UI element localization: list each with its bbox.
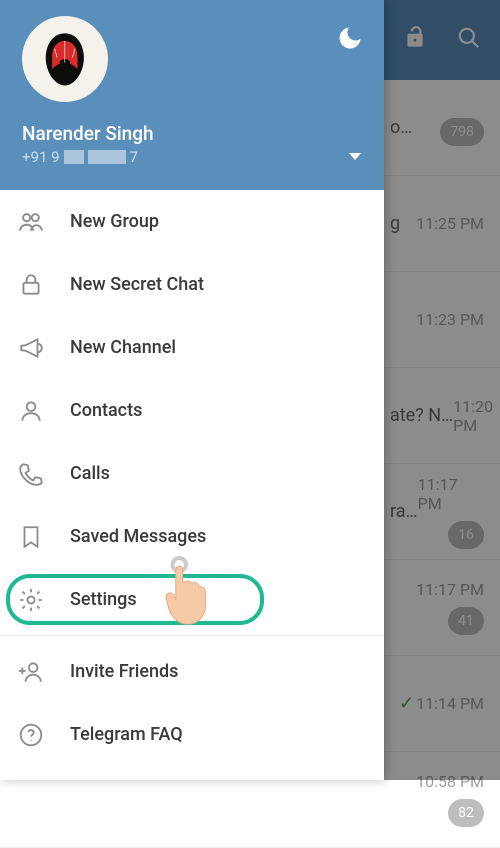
account-switcher-icon[interactable] [348, 147, 362, 166]
user-phone: +91 9 7 [22, 148, 368, 166]
avatar[interactable] [22, 16, 108, 102]
menu-label: Calls [70, 463, 110, 484]
invite-icon [18, 659, 70, 685]
chat-meta: 10:58 PM82 [416, 772, 484, 827]
menu-item-new-channel[interactable]: New Channel [0, 316, 384, 379]
menu-item-saved-messages[interactable]: Saved Messages [0, 505, 384, 568]
menu-label: Contacts [70, 400, 142, 421]
menu-label: Saved Messages [70, 526, 206, 547]
group-icon [18, 209, 70, 235]
user-name: Narender Singh [22, 122, 368, 145]
phone-mask [64, 150, 84, 164]
help-icon [18, 722, 70, 748]
menu-label: Telegram FAQ [70, 724, 183, 745]
gear-icon [18, 587, 70, 613]
menu-label: Settings [70, 589, 137, 610]
menu-label: New Channel [70, 337, 176, 358]
menu-item-contacts[interactable]: Contacts [0, 379, 384, 442]
menu-label: New Secret Chat [70, 274, 204, 295]
drawer-menu: New Group New Secret Chat New Channel Co… [0, 190, 384, 780]
night-mode-icon[interactable] [336, 24, 364, 52]
menu-label: New Group [70, 211, 159, 232]
menu-item-telegram-faq[interactable]: Telegram FAQ [0, 703, 384, 766]
menu-item-new-secret-chat[interactable]: New Secret Chat [0, 253, 384, 316]
drawer-header: Narender Singh +91 9 7 [0, 0, 384, 190]
megaphone-icon [18, 335, 70, 361]
menu-label: Invite Friends [70, 661, 178, 682]
menu-item-new-group[interactable]: New Group [0, 190, 384, 253]
navigation-drawer: Narender Singh +91 9 7 New Group New Sec… [0, 0, 384, 780]
unread-badge: 82 [448, 799, 484, 827]
menu-separator [0, 635, 384, 636]
menu-item-invite-friends[interactable]: Invite Friends [0, 640, 384, 703]
menu-item-settings[interactable]: Settings [0, 568, 384, 631]
menu-item-calls[interactable]: Calls [0, 442, 384, 505]
bookmark-icon [18, 524, 70, 550]
phone-icon [18, 461, 70, 487]
person-icon [18, 398, 70, 424]
phone-mask [88, 150, 126, 164]
lock-icon [18, 272, 70, 298]
